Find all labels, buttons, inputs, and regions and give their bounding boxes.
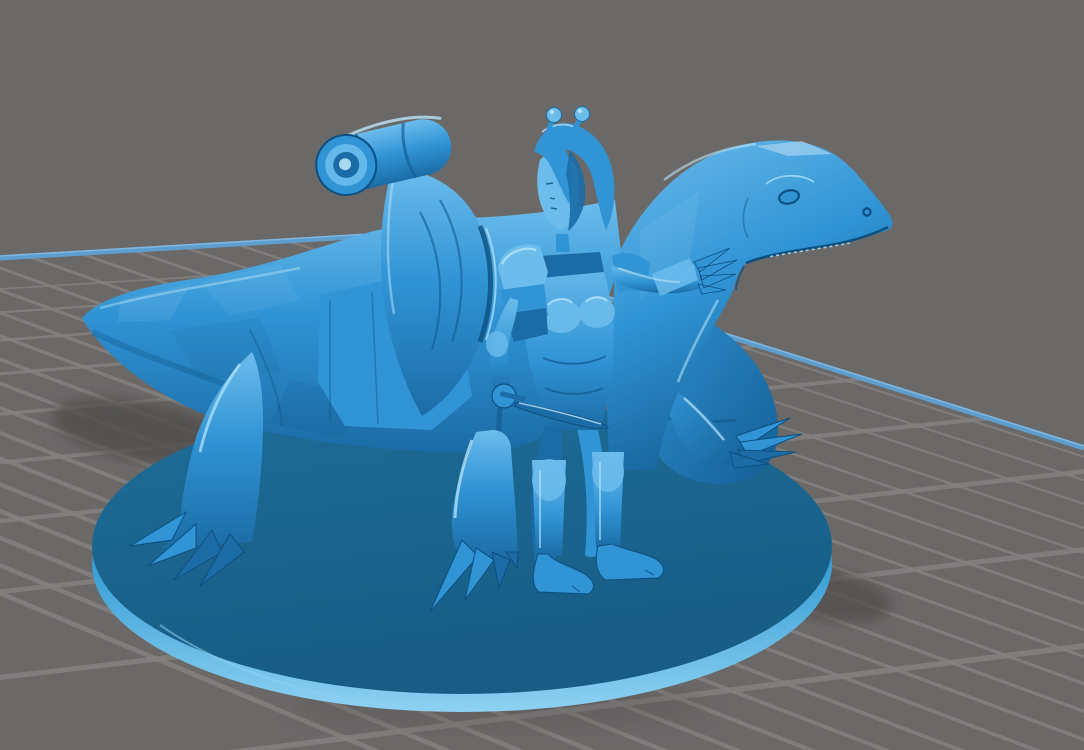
viewport-3d[interactable] xyxy=(0,0,1084,750)
elbow-guard xyxy=(486,331,508,357)
antenna-ball-right xyxy=(575,107,590,122)
antenna-ball-left xyxy=(547,108,562,123)
neck xyxy=(556,234,570,252)
viewport-canvas[interactable] xyxy=(0,0,1084,750)
right-knee-guard xyxy=(592,452,624,492)
breastplate-right xyxy=(579,296,615,328)
antenna-ball-shine xyxy=(550,110,554,114)
left-knee-guard xyxy=(532,459,566,501)
antenna-ball-shine xyxy=(578,109,582,113)
